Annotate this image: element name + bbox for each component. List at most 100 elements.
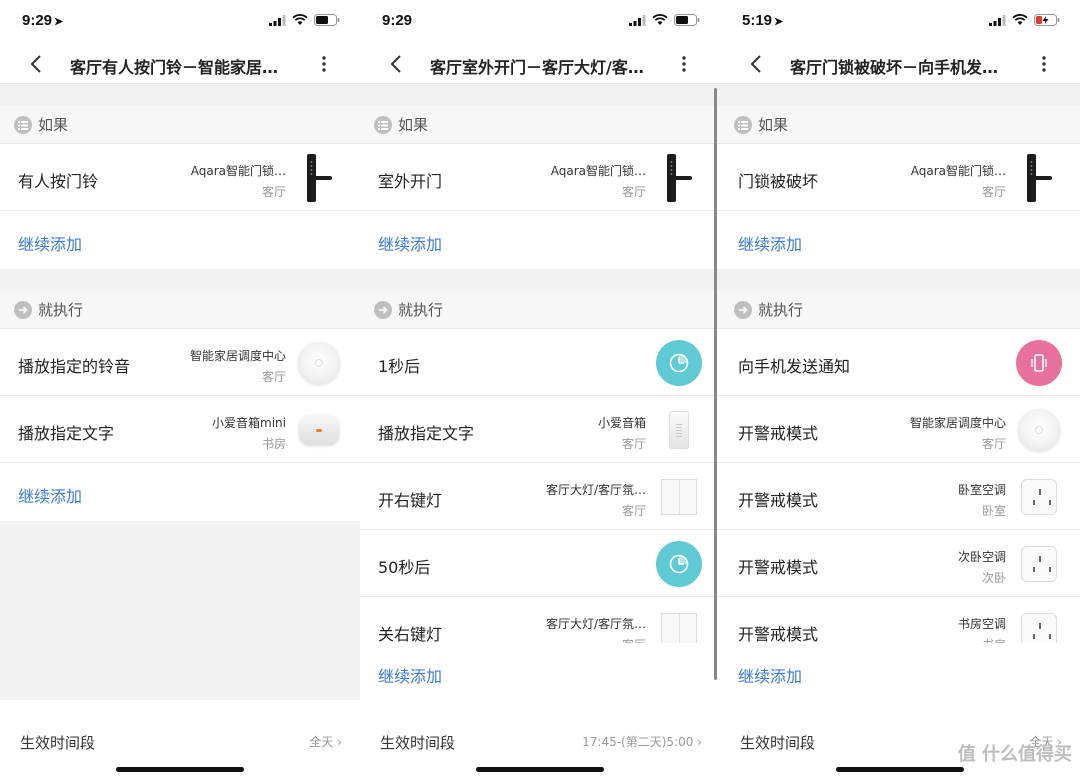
battery-icon [674,14,700,26]
speaker-mini-icon [296,407,342,453]
back-button[interactable] [744,52,768,76]
if-add-link[interactable]: 继续添加 [18,231,82,255]
row-title: 门锁被破坏 [738,172,819,191]
rule-row[interactable]: 室外开门 Aqara智能门锁… 客厅 [360,144,720,211]
location-arrow-icon: ➤ [774,16,784,28]
wifi-icon [652,14,668,25]
back-button[interactable] [384,52,408,76]
if-add-link[interactable]: 继续添加 [378,231,442,255]
then-add-link[interactable]: 继续添加 [738,663,802,687]
status-time: 9:29 [382,12,413,29]
battery-icon [314,14,340,26]
timer-icon [656,340,702,386]
row-device-info: 智能家居调度中心 客厅 [910,414,1006,452]
row-device-name: 小爱音箱 [597,416,646,430]
screenshot-root: 9:29 ➤ 客厅有人按门铃－智能家居… 如果 有人按门铃 Aqara智能门锁… 客厅 继续添… [0,0,1080,780]
rule-row[interactable]: 50秒后 [360,530,720,597]
section-gap [360,84,720,106]
row-device-room: 客厅 [621,185,646,199]
row-device-room: 书房 [958,636,1006,643]
row-device-room: 客厅 [261,370,286,384]
location-arrow-icon: ➤ [54,16,64,28]
signal-icon [629,14,646,26]
rule-row[interactable]: 播放指定文字 小爱音箱mini 书房 [0,396,360,463]
then-label: 就执行 [38,301,84,319]
active-period-row[interactable]: 生效时间段 17:45-(第二天)5:00 › [360,700,720,780]
page-title: 客厅室外开门－客厅大灯/客… [430,58,644,77]
home-indicator [476,767,604,772]
wifi-icon [292,14,308,25]
row-device-name: 智能家居调度中心 [189,349,286,363]
row-device-name: 客厅大灯/客厅氛… [545,483,646,497]
rule-row[interactable]: 播放指定的铃音 智能家居调度中心 客厅 [0,329,360,396]
row-device-room: 客厅 [621,437,646,451]
row-device-info: 书房空调书房 [958,615,1006,643]
arrow-right-icon [14,300,32,319]
row-title: 播放指定文字 [18,424,115,443]
chevron-right-icon: › [337,735,342,749]
page-title: 客厅门锁被破坏－向手机发… [790,58,999,77]
more-button[interactable] [672,52,696,76]
battery-icon [1034,14,1060,26]
then-add-row: 继续添加 [360,643,720,701]
row-device-name: 小爱音箱mini [212,416,286,430]
chevron-right-icon: › [697,735,702,749]
more-button[interactable] [1032,52,1056,76]
home-indicator [116,767,244,772]
list-icon [734,115,752,134]
then-section-header: 就执行 [0,291,360,329]
wall-switch-icon [656,608,702,643]
row-title: 开警戒模式 [738,424,819,443]
rule-row[interactable]: 播放指定文字 小爱音箱客厅 [360,396,720,463]
home-indicator [836,767,964,772]
rule-row[interactable]: 开右键灯 客厅大灯/客厅氛… 客厅 [360,463,720,530]
rule-row[interactable]: 开警戒模式 智能家居调度中心 客厅 [720,396,1080,463]
rule-row[interactable]: 门锁被破坏 Aqara智能门锁… 客厅 [720,144,1080,211]
list-icon [374,115,392,134]
if-label: 如果 [758,116,789,134]
rule-row[interactable]: 开警戒模式 卧室空调 卧室 [720,463,1080,530]
rule-row[interactable]: 关右键灯 客厅大灯/客厅氛… 客厅 [360,597,720,643]
row-device-room: 客厅 [261,185,286,199]
row-title: 播放指定文字 [378,424,475,443]
row-device-name: 卧室空调 [957,483,1006,497]
nav-bar: 客厅有人按门铃－智能家居… [0,44,360,84]
back-button[interactable] [24,52,48,76]
rule-row[interactable]: 向手机发送通知 [720,329,1080,396]
status-bar: 9:29 [360,0,720,44]
row-device-info: Aqara智能门锁… 客厅 [911,162,1006,200]
row-device-room: 卧室 [981,504,1006,518]
scroll-indicator [714,88,717,680]
row-device-info: 次卧空调 次卧 [958,548,1006,586]
row-device-room: 客厅 [981,185,1006,199]
rule-row[interactable]: 1秒后 [360,329,720,396]
active-period-value: 全天 [309,735,334,749]
rule-row[interactable]: 开警戒模式 次卧空调 次卧 [720,530,1080,597]
row-device-name: Aqara智能门锁… [190,164,286,178]
hub-icon [1016,407,1062,453]
then-label: 就执行 [758,301,804,319]
rule-row[interactable]: 有人按门铃 Aqara智能门锁… 客厅 [0,144,360,211]
more-button[interactable] [312,52,336,76]
row-device-name: 客厅大灯/客厅氛… [545,617,646,631]
row-device-info: 客厅大灯/客厅氛… 客厅 [546,615,646,643]
phone-panel-1: 9:29 ➤ 客厅有人按门铃－智能家居… 如果 有人按门铃 Aqara智能门锁… 客厅 继续添… [0,0,360,780]
nav-bar: 客厅门锁被破坏－向手机发… [720,44,1080,84]
active-period-row[interactable]: 生效时间段 全天 › [0,700,360,780]
row-title: 1秒后 [378,357,421,376]
wall-switch-icon [656,474,702,520]
phone-panel-3: 5:19 ➤ 客厅门锁被破坏－向手机发… 如果 门锁被破坏 Aqara智能门锁… 客厅 继续添… [720,0,1080,780]
if-add-link[interactable]: 继续添加 [738,231,802,255]
arrow-right-icon [734,300,752,319]
back-icon [30,55,41,73]
back-icon [390,55,401,73]
then-add-link[interactable]: 继续添加 [378,663,442,687]
row-title: 有人按门铃 [18,172,99,191]
door-lock-icon [656,154,702,202]
row-device-room: 客厅 [621,504,646,518]
then-add-link[interactable]: 继续添加 [18,483,82,507]
rule-row[interactable]: 开警戒模式 书房空调书房 [720,597,1080,643]
arrow-right-icon [374,300,392,319]
more-icon [1042,56,1046,72]
then-section-header: 就执行 [360,291,720,329]
